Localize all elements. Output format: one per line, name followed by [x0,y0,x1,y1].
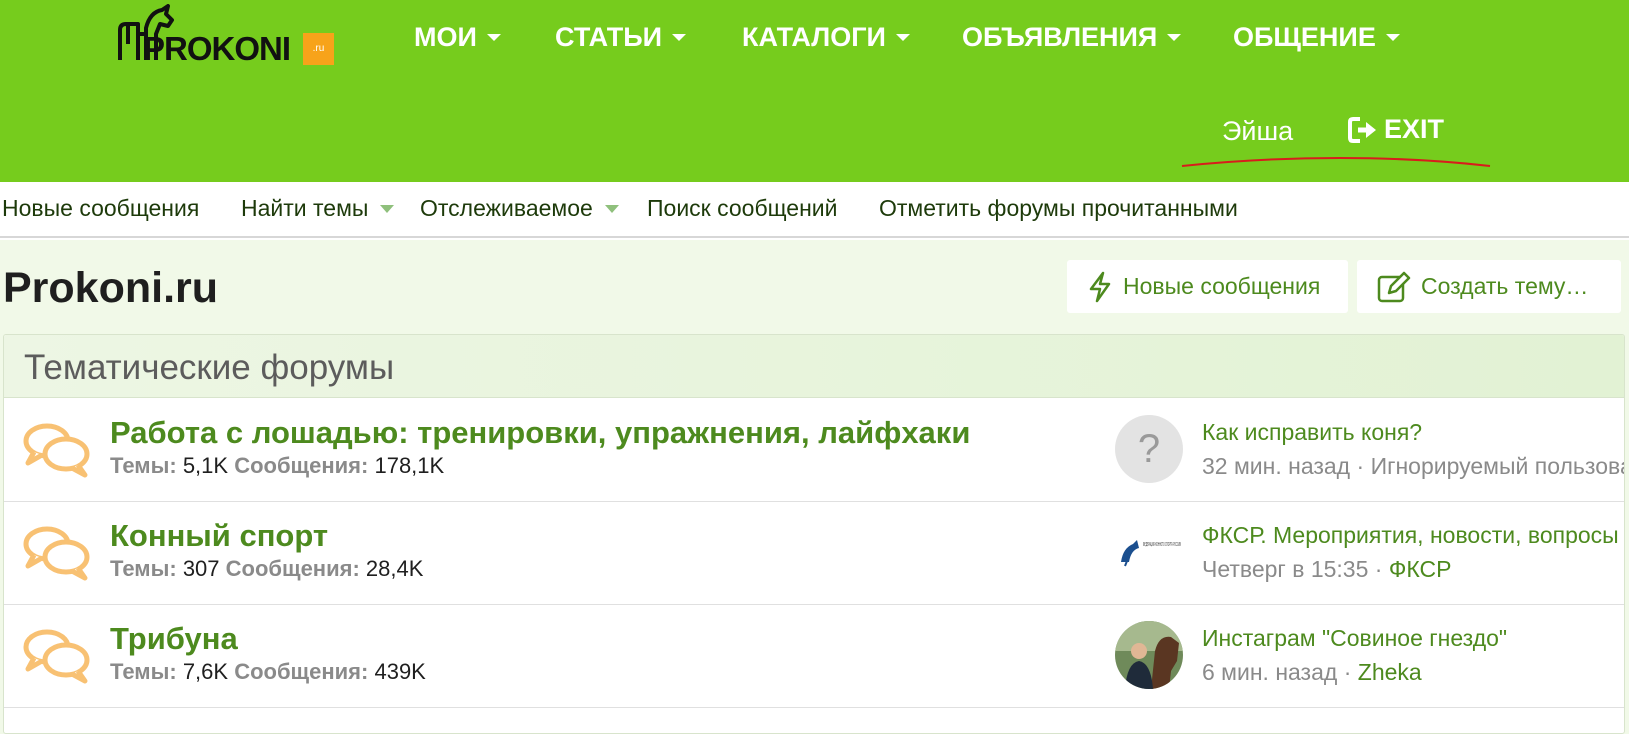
posts-count: 28,4K [365,556,424,581]
nav-ads[interactable]: ОБЪЯВЛЕНИЯ [962,22,1182,53]
forum-stats: Темы: 7,6K Сообщения: 439K [110,659,426,684]
new-posts-button[interactable]: Новые сообщения [1067,260,1348,313]
forum-chat-icon [23,629,90,684]
posts-count: 178,1K [374,453,445,478]
threads-count: 5,1K [182,453,229,478]
posts-count: 439K [374,659,426,684]
user-photo [1115,621,1183,689]
edit-icon [1377,271,1411,302]
last-post-meta: 32 мин. назад · Игнорируемый пользовател… [1202,453,1624,480]
last-post-user[interactable]: ФКСР [1389,556,1452,582]
sub-nav: Новые сообщения Найти темы Отслеживаемое… [0,182,1629,238]
fksr-logo-icon: ФЕДЕРАЦИЯ КОННОГО СПОРТА РОССИИ [1121,540,1181,567]
last-post-time[interactable]: 6 мин. назад [1202,659,1337,685]
threads-count: 307 [182,556,220,581]
subnav-mark-read[interactable]: Отметить форумы прочитанными [879,195,1238,222]
page-title: Prokoni.ru [3,264,219,312]
chevron-down-icon [672,34,687,41]
user-account-link[interactable]: Эйша [1222,116,1293,147]
nav-articles[interactable]: СТАТЬИ [555,22,687,53]
last-post-meta: 6 мин. назад · Zheka [1202,659,1422,685]
subnav-new-posts[interactable]: Новые сообщения [2,195,199,222]
forum-chat-icon [23,526,90,581]
site-header: PROKONI .ru МОИ СТАТЬИ КАТАЛОГИ ОБЪЯВЛЕН… [0,0,1629,182]
logo-brand-text: PROKONI [143,30,291,67]
exit-label: EXIT [1384,114,1445,144]
chevron-down-icon [1385,34,1400,41]
forum-title[interactable]: Конный спорт [110,518,328,554]
sign-out-icon [1348,116,1376,143]
svg-text:ФЕДЕРАЦИЯ КОННОГО СПОРТА РОССИ: ФЕДЕРАЦИЯ КОННОГО СПОРТА РОССИИ [1143,542,1181,548]
last-post-user[interactable]: Игнорируемый пользователь [1371,453,1624,479]
last-post-time[interactable]: 32 мин. назад [1202,453,1350,479]
forum-row: Работа с лошадью: тренировки, упражнения… [4,399,1624,502]
category-title: Тематические форумы [24,348,395,387]
last-thread-link[interactable]: Как исправить коня? [1202,419,1622,446]
chevron-down-icon [604,204,619,213]
lightning-icon [1089,271,1111,302]
create-thread-button[interactable]: Создать тему… [1357,260,1621,313]
forum-title[interactable]: Работа с лошадью: тренировки, упражнения… [110,415,970,451]
last-post-user[interactable]: Zheka [1358,659,1422,685]
exit-button[interactable]: EXIT [1348,114,1444,145]
chevron-down-icon [486,34,501,41]
last-post-time[interactable]: Четверг в 15:35 [1202,556,1368,582]
red-underline-annotation [1181,156,1491,167]
last-thread-link[interactable]: Инстаграм "Совиное гнездо" [1202,625,1622,652]
avatar[interactable]: ? [1115,415,1183,483]
subnav-watched[interactable]: Отслеживаемое [420,195,619,222]
chevron-down-icon [895,34,910,41]
nav-catalogs[interactable]: КАТАЛОГИ [742,22,910,53]
subnav-find-threads[interactable]: Найти темы [241,195,395,222]
avatar[interactable]: ФЕДЕРАЦИЯ КОННОГО СПОРТА РОССИИ [1115,518,1183,586]
subnav-search-posts[interactable]: Поиск сообщений [647,195,838,222]
forum-chat-icon [23,423,90,478]
category-header[interactable]: Тематические форумы [4,335,1624,398]
forum-row: Трибуна Темы: 7,6K Сообщения: 439K Инста… [4,605,1624,708]
threads-count: 7,6K [182,659,229,684]
forum-row: Конный спорт Темы: 307 Сообщения: 28,4K … [4,502,1624,605]
forum-stats: Темы: 307 Сообщения: 28,4K [110,556,424,581]
forum-category-block: Тематические форумы Работа с лошадью: тр… [3,334,1625,734]
last-post-meta: Четверг в 15:35 · ФКСР [1202,556,1452,582]
logo-tld-badge: .ru [303,33,334,65]
forum-title[interactable]: Трибуна [110,621,238,657]
nav-community[interactable]: ОБЩЕНИЕ [1233,22,1400,53]
main-content: Prokoni.ru Новые сообщения Создать тему…… [0,240,1629,734]
avatar[interactable] [1115,621,1183,689]
last-thread-link[interactable]: ФКСР. Мероприятия, новости, вопросы [1202,522,1622,549]
site-logo[interactable]: PROKONI .ru [116,4,334,67]
nav-my[interactable]: МОИ [414,22,501,53]
chevron-down-icon [1167,34,1182,41]
forum-stats: Темы: 5,1K Сообщения: 178,1K [110,453,445,478]
chevron-down-icon [380,204,395,213]
